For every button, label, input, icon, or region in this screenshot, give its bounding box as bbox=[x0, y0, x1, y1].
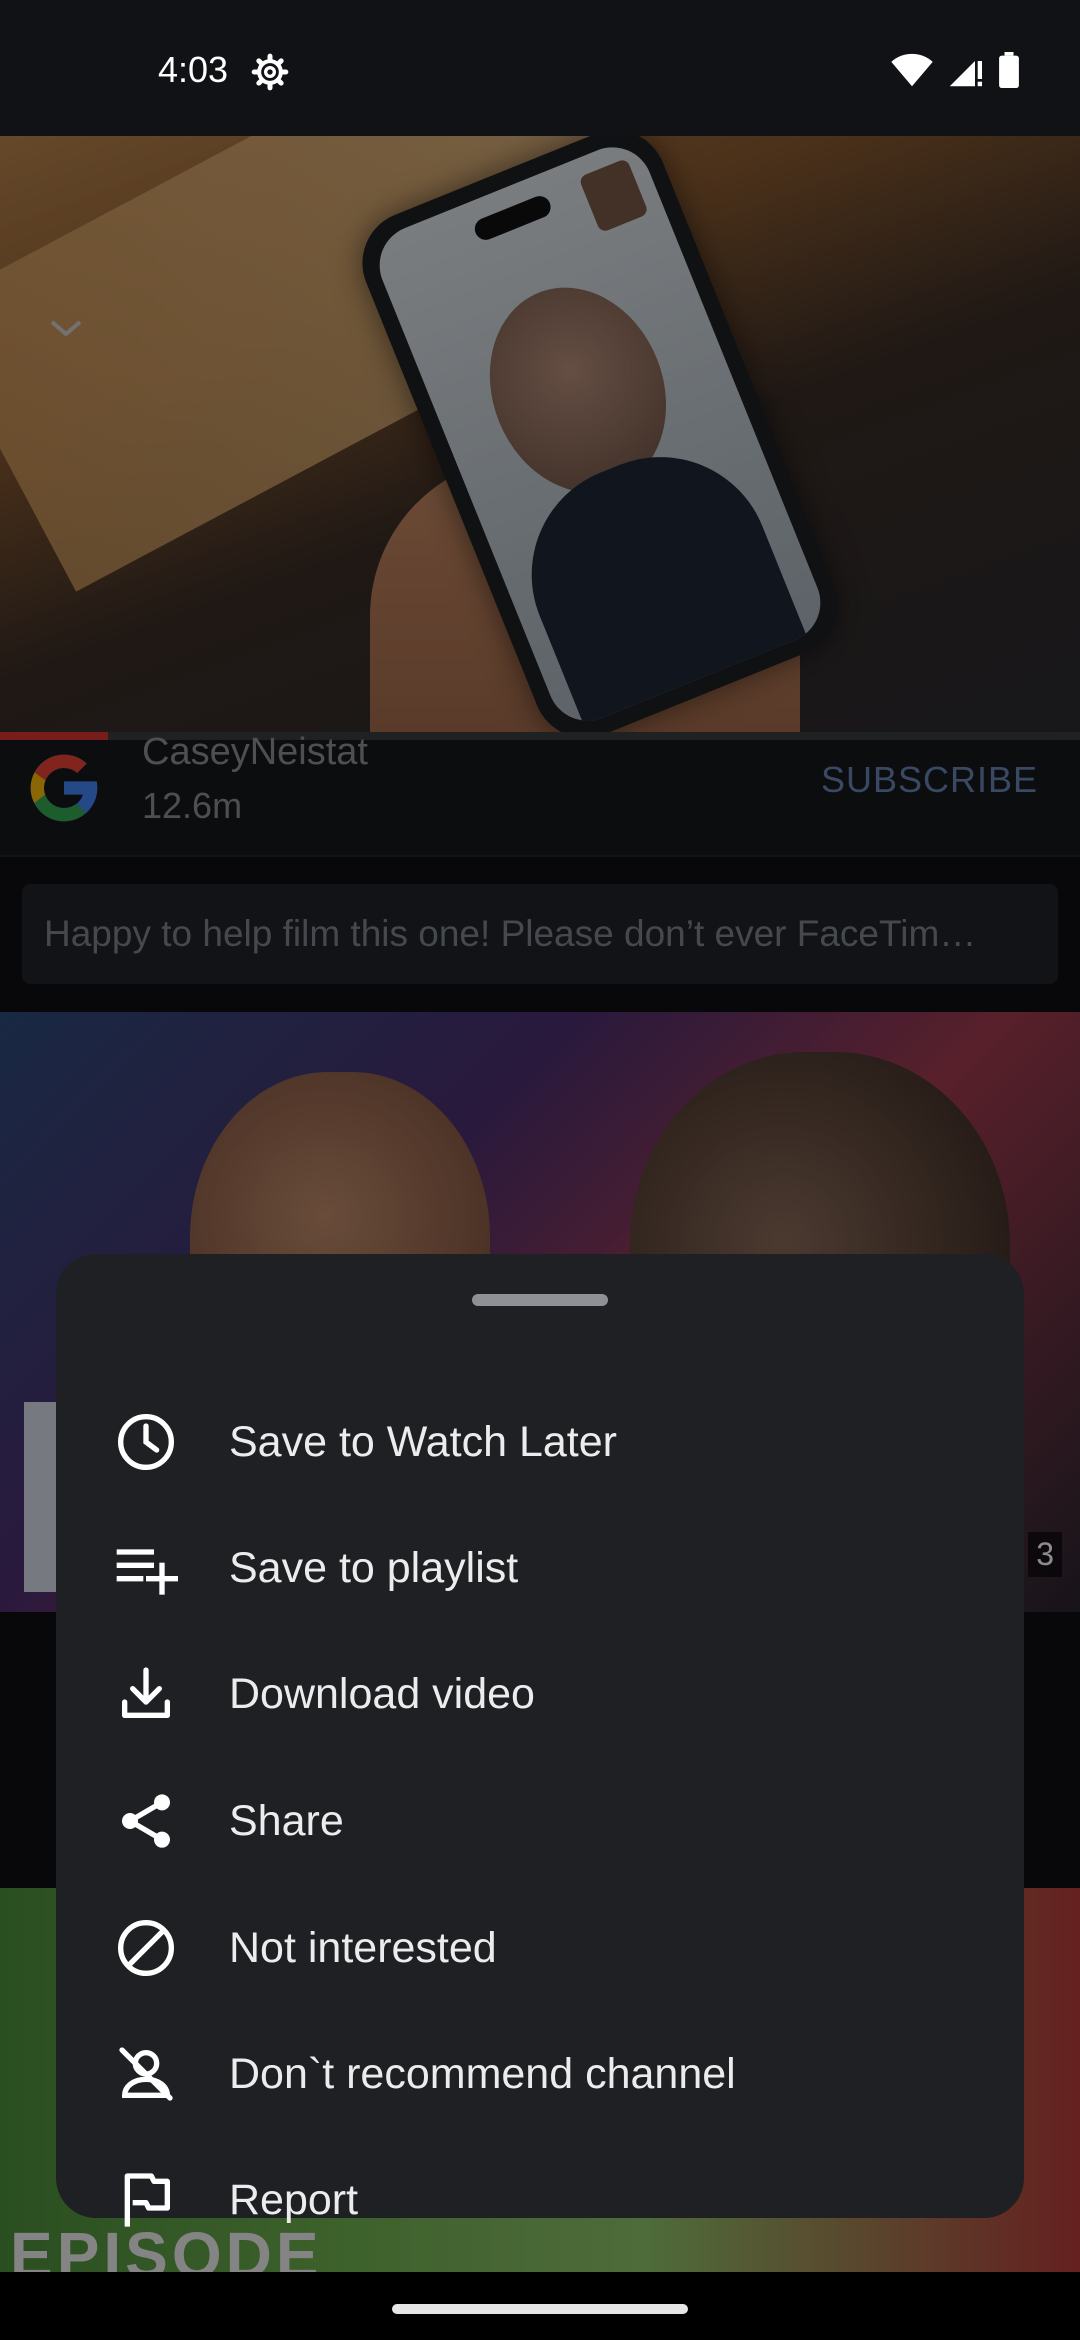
playlist-add-icon bbox=[116, 1549, 178, 1595]
menu-item-dont-recommend-channel[interactable]: Don`t recommend channel bbox=[56, 2014, 1024, 2134]
status-time: 4:03 bbox=[158, 49, 229, 90]
menu-item-download[interactable]: Download video bbox=[56, 1634, 1024, 1754]
menu-item-report[interactable]: Report bbox=[56, 2140, 1024, 2260]
video-options-sheet: Save to Watch Later Save to playlist Dow… bbox=[56, 1254, 1024, 2227]
download-icon bbox=[122, 1667, 170, 1718]
menu-item-not-interested[interactable]: Not interested bbox=[56, 1888, 1024, 2008]
flag-icon bbox=[124, 2173, 170, 2227]
battery-icon bbox=[999, 52, 1019, 88]
menu-item-label: Not interested bbox=[229, 1924, 497, 1972]
settings-gear-icon bbox=[251, 53, 289, 91]
system-nav-bar bbox=[0, 2272, 1080, 2340]
block-icon bbox=[118, 1920, 174, 1976]
menu-item-save-playlist[interactable]: Save to playlist bbox=[56, 1508, 1024, 1628]
cellular-signal-icon bbox=[949, 61, 983, 87]
home-gesture-handle[interactable] bbox=[392, 2304, 688, 2314]
menu-item-share[interactable]: Share bbox=[56, 1761, 1024, 1881]
wifi-icon bbox=[891, 53, 933, 87]
clock-icon bbox=[118, 1414, 174, 1470]
menu-item-label: Save to Watch Later bbox=[229, 1418, 617, 1466]
menu-item-label: Report bbox=[229, 2176, 359, 2224]
drag-handle[interactable] bbox=[472, 1294, 608, 1306]
menu-item-label: Don`t recommend channel bbox=[229, 2050, 736, 2098]
menu-item-save-watch-later[interactable]: Save to Watch Later bbox=[56, 1382, 1024, 1502]
menu-item-label: Download video bbox=[229, 1670, 535, 1718]
share-icon bbox=[122, 1794, 170, 1848]
menu-item-label: Share bbox=[229, 1797, 344, 1845]
status-bar: 4:03 bbox=[0, 0, 1080, 136]
menu-item-label: Save to playlist bbox=[229, 1544, 519, 1592]
person-off-icon bbox=[119, 2047, 173, 2101]
